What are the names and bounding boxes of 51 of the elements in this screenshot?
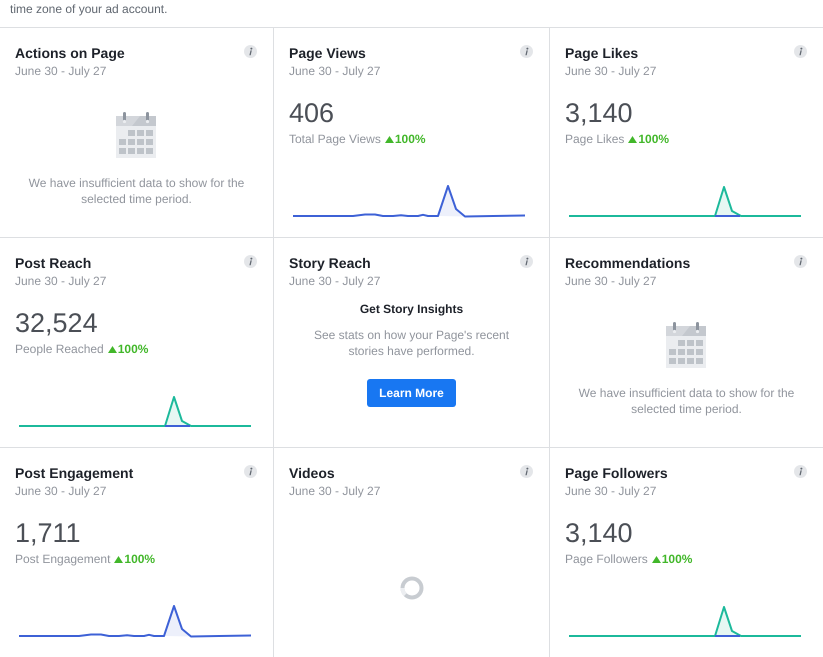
metric-caption: Total Page Views [289,131,381,147]
date-range: June 30 - July 27 [289,63,380,79]
info-icon[interactable] [244,255,257,268]
card-title: Videos [289,464,335,482]
date-range: June 30 - July 27 [289,273,380,289]
change-percent: 100% [124,551,156,567]
promo-heading: Get Story Insights [360,301,464,317]
card-title: Page Views [289,44,366,62]
no-data-message: We have insufficient data to show for the selected time period. [28,175,246,207]
metric-caption: People Reached [15,341,104,357]
info-icon[interactable] [794,255,807,268]
card-title: Page Likes [565,44,638,62]
metric-value: 3,140 [565,518,633,548]
info-icon[interactable] [244,465,257,478]
metric-value: 32,524 [15,308,98,338]
change-percent: 100% [662,551,692,567]
info-icon[interactable] [520,255,533,268]
change-percent: 100% [118,341,148,357]
card-title: Post Reach [15,254,92,272]
metric-value: 1,711 [15,518,81,548]
card-title: Actions on Page [15,44,125,62]
date-range: June 30 - July 27 [565,63,656,79]
info-icon[interactable] [520,45,533,58]
metric-caption: Page Likes [565,131,624,147]
change-percent: 100% [638,131,670,147]
metric-value: 3,140 [565,98,633,128]
card-title: Recommendations [565,254,690,272]
card-title: Post Engagement [15,464,134,482]
info-icon[interactable] [244,45,257,58]
loading-spinner-icon [400,576,424,600]
date-range: June 30 - July 27 [15,63,106,79]
metric-caption: Page Followers [565,551,648,567]
metric-caption: Post Engagement [15,551,110,567]
calendar-icon [666,322,706,368]
date-range: June 30 - July 27 [565,483,656,499]
no-data-message: We have insufficient data to show for the selected time period. [578,385,796,417]
date-range: June 30 - July 27 [565,273,656,289]
date-range: June 30 - July 27 [289,483,380,499]
metric-value: 406 [289,98,334,128]
promo-message: See stats on how your Page's recent stories have performed. [312,327,510,359]
date-range: June 30 - July 27 [15,483,106,499]
date-range: June 30 - July 27 [15,273,106,289]
note-text: time zone of your ad account. [10,2,168,16]
calendar-icon [116,112,156,158]
info-icon[interactable] [794,465,807,478]
card-title: Story Reach [289,254,371,272]
learn-more-button[interactable]: Learn More [367,379,456,407]
info-icon[interactable] [794,45,807,58]
card-title: Page Followers [565,464,668,482]
info-icon[interactable] [520,465,533,478]
change-percent: 100% [394,131,426,147]
